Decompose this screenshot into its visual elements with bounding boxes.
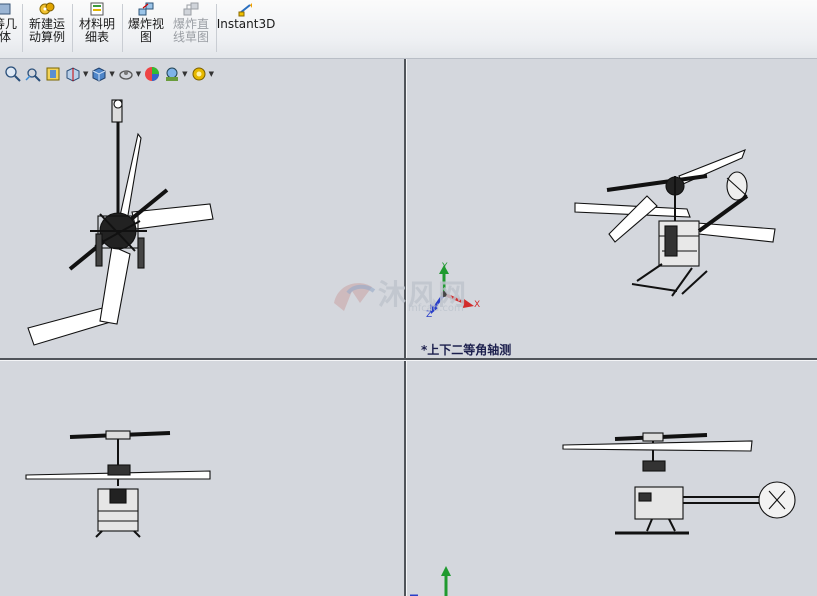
new-motion-study-button[interactable]: 新建运 动算例 bbox=[26, 0, 68, 56]
view-settings-icon[interactable] bbox=[190, 65, 208, 83]
previous-view-icon[interactable] bbox=[44, 65, 62, 83]
cut-body-label: 等几 体 bbox=[0, 17, 17, 44]
ribbon-separator bbox=[22, 4, 23, 52]
instant3d-label: Instant3D bbox=[216, 17, 276, 31]
edit-appearance-icon[interactable] bbox=[143, 65, 161, 83]
bill-of-materials-label: 材料明 细表 bbox=[78, 17, 115, 44]
ribbon-separator bbox=[72, 4, 73, 52]
exploded-view-icon bbox=[138, 1, 154, 17]
explode-line-sketch-icon bbox=[183, 1, 199, 17]
bill-of-materials-button[interactable]: 材料明 细表 bbox=[76, 0, 118, 56]
watermark-logo: 沐风网 mfcad.com bbox=[330, 273, 490, 318]
watermark-url: mfcad.com bbox=[408, 303, 464, 314]
apply-scene-icon[interactable] bbox=[163, 65, 181, 83]
ribbon-separator bbox=[122, 4, 123, 52]
chevron-down-icon[interactable]: ▼ bbox=[83, 70, 88, 78]
instant3d-button[interactable]: Instant3D bbox=[217, 0, 275, 56]
zoom-area-icon[interactable] bbox=[24, 65, 42, 83]
exploded-view-button[interactable]: 爆炸视 图 bbox=[125, 0, 167, 56]
explode-line-sketch-label: 爆炸直 线草图 bbox=[172, 17, 209, 44]
motion-study-icon bbox=[39, 1, 55, 17]
explode-line-sketch-button[interactable]: 爆炸直 线草图 bbox=[170, 0, 212, 56]
view-orientation-icon[interactable] bbox=[90, 65, 108, 83]
bill-of-materials-icon bbox=[89, 1, 105, 17]
display-style-icon[interactable] bbox=[117, 65, 135, 83]
helicopter-front-view[interactable] bbox=[0, 361, 404, 596]
chevron-down-icon[interactable]: ▼ bbox=[209, 70, 214, 78]
zoom-to-fit-icon[interactable] bbox=[4, 65, 22, 83]
section-view-icon[interactable] bbox=[64, 65, 82, 83]
coordinate-triad-partial bbox=[410, 566, 451, 596]
instant3d-icon bbox=[238, 1, 254, 17]
chevron-down-icon[interactable]: ▼ bbox=[109, 70, 114, 78]
view-orientation-label: *上下二等角轴测 bbox=[421, 343, 512, 357]
cut-body-button[interactable]: 等几 体 bbox=[0, 0, 18, 56]
helicopter-side-view[interactable] bbox=[407, 361, 817, 596]
triad-y-label: Y bbox=[442, 262, 448, 272]
cut-body-icon bbox=[0, 1, 13, 17]
chevron-down-icon[interactable]: ▼ bbox=[136, 70, 141, 78]
heads-up-view-toolbar: ▼ ▼ ▼ ▼ ▼ bbox=[0, 62, 274, 86]
command-manager-ribbon: 等几 体 新建运 动算例 材料明 细表 爆炸视 图 爆炸直 线草图 Instan… bbox=[0, 0, 817, 59]
exploded-view-label: 爆炸视 图 bbox=[127, 17, 164, 44]
new-motion-study-label: 新建运 动算例 bbox=[28, 17, 65, 44]
chevron-down-icon[interactable]: ▼ bbox=[182, 70, 187, 78]
